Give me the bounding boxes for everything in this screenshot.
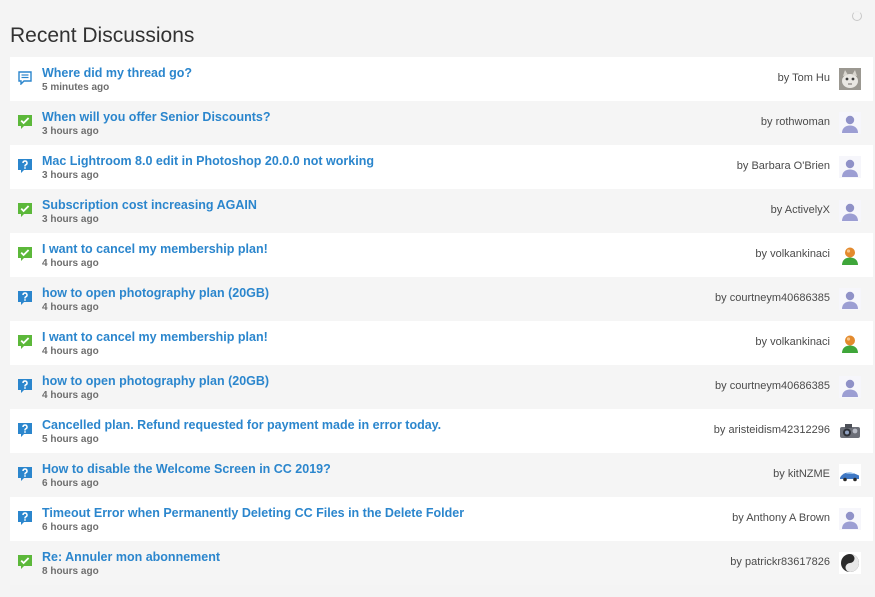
discussion-row: how to open photography plan (20GB) 4 hou… [10, 277, 873, 321]
avatar[interactable] [839, 244, 861, 266]
author-name[interactable]: Barbara O'Brien [751, 160, 830, 172]
discussion-author: by rothwoman [761, 116, 830, 128]
author-name[interactable]: courtneym40686385 [730, 380, 830, 392]
discussion-row: How to disable the Welcome Screen in CC … [10, 453, 873, 497]
author-name[interactable]: ActivelyX [785, 204, 830, 216]
discussion-timestamp: 3 hours ago [42, 126, 99, 137]
answered-check-icon [18, 115, 32, 129]
discussion-row: how to open photography plan (20GB) 4 hou… [10, 365, 873, 409]
author-prefix: by [713, 424, 726, 436]
answered-check-icon [18, 555, 32, 569]
discussion-title-link[interactable]: Where did my thread go? [42, 66, 192, 80]
page-title: Recent Discussions [10, 24, 195, 48]
discussion-author: by Tom Hu [778, 72, 830, 84]
author-prefix: by [770, 204, 783, 216]
discussion-title-link[interactable]: I want to cancel my membership plan! [42, 330, 268, 344]
discussion-author: by volkankinaci [755, 336, 830, 348]
author-prefix: by [773, 468, 785, 480]
discussion-row: Subscription cost increasing AGAIN 3 hour… [10, 189, 873, 233]
discussion-author: by patrickr83617826 [730, 556, 830, 568]
discussion-timestamp: 4 hours ago [42, 258, 99, 269]
loading-spinner-icon [852, 11, 862, 21]
discussion-author: by aristeidism42312296 [714, 424, 830, 436]
discussion-timestamp: 5 hours ago [42, 434, 99, 445]
discussion-row: I want to cancel my membership plan! 4 ho… [10, 321, 873, 365]
discussion-title-link[interactable]: how to open photography plan (20GB) [42, 286, 269, 300]
discussion-row: I want to cancel my membership plan! 4 ho… [10, 233, 873, 277]
discussion-author: by courtneym40686385 [715, 380, 830, 392]
answered-check-icon [18, 335, 32, 349]
discussion-row: Cancelled plan. Refund requested for pay… [10, 409, 873, 453]
question-icon [18, 423, 32, 437]
avatar[interactable] [839, 332, 861, 354]
discussion-row: When will you offer Senior Discounts? 3 h… [10, 101, 873, 145]
discussion-author: by volkankinaci [755, 248, 830, 260]
discussion-title-link[interactable]: how to open photography plan (20GB) [42, 374, 269, 388]
author-prefix: by [777, 72, 790, 84]
discussion-timestamp: 3 hours ago [42, 214, 99, 225]
discussion-title-link[interactable]: I want to cancel my membership plan! [42, 242, 268, 256]
author-name[interactable]: Tom Hu [792, 72, 830, 84]
discussion-timestamp: 8 hours ago [42, 566, 99, 577]
question-icon [18, 467, 32, 481]
discussion-author: by ActivelyX [771, 204, 830, 216]
discussion-title-link[interactable]: Cancelled plan. Refund requested for pay… [42, 418, 441, 432]
discussion-row: Where did my thread go? 5 minutes ago by T… [10, 57, 873, 101]
author-prefix: by [755, 336, 768, 348]
author-prefix: by [730, 556, 742, 568]
avatar[interactable] [839, 112, 861, 134]
avatar[interactable] [839, 376, 861, 398]
answered-check-icon [18, 247, 32, 261]
author-name[interactable]: courtneym40686385 [730, 292, 830, 304]
author-prefix: by [715, 292, 727, 304]
discussion-timestamp: 3 hours ago [42, 170, 99, 181]
author-name[interactable]: patrickr83617826 [745, 556, 830, 568]
discussion-author: by courtneym40686385 [715, 292, 830, 304]
discussion-timestamp: 4 hours ago [42, 302, 99, 313]
discussion-title-link[interactable]: Re: Annuler mon abonnement [42, 550, 220, 564]
discussion-row: Timeout Error when Permanently Deleting … [10, 497, 873, 541]
avatar[interactable] [839, 156, 861, 178]
discussion-icon [18, 71, 32, 86]
question-icon [18, 291, 32, 305]
discussion-title-link[interactable]: How to disable the Welcome Screen in CC … [42, 462, 331, 476]
discussion-timestamp: 6 hours ago [42, 478, 99, 489]
discussion-timestamp: 5 minutes ago [42, 82, 110, 93]
avatar[interactable] [839, 552, 861, 574]
discussion-row: Mac Lightroom 8.0 edit in Photoshop 20.0… [10, 145, 873, 189]
discussion-title-link[interactable]: Timeout Error when Permanently Deleting … [42, 506, 464, 520]
avatar[interactable] [839, 288, 861, 310]
question-icon [18, 511, 32, 525]
author-prefix: by [715, 380, 727, 392]
author-name[interactable]: volkankinaci [770, 336, 830, 348]
author-prefix: by [732, 512, 744, 524]
discussion-timestamp: 4 hours ago [42, 390, 99, 401]
author-name[interactable]: aristeidism42312296 [728, 424, 830, 436]
avatar[interactable] [839, 464, 861, 486]
discussion-timestamp: 4 hours ago [42, 346, 99, 357]
discussion-title-link[interactable]: When will you offer Senior Discounts? [42, 110, 271, 124]
avatar[interactable] [839, 68, 861, 90]
question-icon [18, 159, 32, 173]
discussion-author: by kitNZME [773, 468, 830, 480]
discussion-title-link[interactable]: Mac Lightroom 8.0 edit in Photoshop 20.0… [42, 154, 374, 168]
author-name[interactable]: volkankinaci [770, 248, 830, 260]
discussion-author: by Barbara O'Brien [737, 160, 830, 172]
avatar[interactable] [839, 420, 861, 442]
discussion-author: by Anthony A Brown [732, 512, 830, 524]
discussion-title-link[interactable]: Subscription cost increasing AGAIN [42, 198, 257, 212]
author-name[interactable]: rothwoman [776, 116, 830, 128]
discussion-row: Re: Annuler mon abonnement 8 hours ago by … [10, 541, 873, 585]
question-icon [18, 379, 32, 393]
avatar[interactable] [839, 508, 861, 530]
author-prefix: by [736, 160, 749, 172]
author-prefix: by [755, 248, 768, 260]
author-name[interactable]: Anthony A Brown [746, 512, 830, 524]
answered-check-icon [18, 203, 32, 217]
avatar[interactable] [839, 200, 861, 222]
author-prefix: by [760, 116, 773, 128]
discussion-timestamp: 6 hours ago [42, 522, 99, 533]
author-name[interactable]: kitNZME [788, 468, 830, 480]
discussion-list: Where did my thread go? 5 minutes ago by T… [10, 57, 873, 585]
